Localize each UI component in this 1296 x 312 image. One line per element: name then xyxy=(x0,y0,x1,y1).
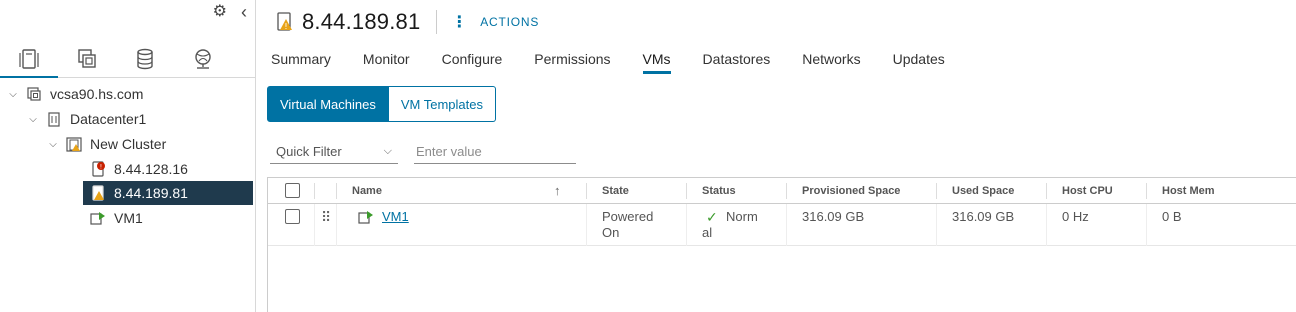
vm-datagrid: Name ↑ State Status Provisioned Space Us… xyxy=(267,177,1296,312)
vm-view-toggle: Virtual Machines VM Templates xyxy=(267,86,497,122)
header-divider xyxy=(436,10,438,34)
column-used-space[interactable]: Used Space xyxy=(952,178,1014,203)
status-text: Norm xyxy=(726,209,758,224)
object-header: ! 8.44.189.81 ⋮ ACTIONS xyxy=(276,6,539,38)
chevron-down-icon[interactable]: ⌵ xyxy=(8,89,18,100)
tree-node-label: VM1 xyxy=(114,210,143,226)
tree-node-label: Datacenter1 xyxy=(70,111,147,127)
table-row[interactable]: ⠿ VM1 Powered On ✓ Norm al 316.09 GB 316… xyxy=(268,204,1296,246)
host-warning-icon: ! xyxy=(277,12,292,31)
tab-datastores[interactable]: Datastores xyxy=(703,44,771,74)
column-host-cpu[interactable]: Host CPU xyxy=(1062,178,1113,203)
database-icon xyxy=(137,48,153,70)
provisioned-space-cell: 316.09 GB xyxy=(802,209,865,224)
tree-node-host-1[interactable]: ! 8.44.128.16 xyxy=(90,157,188,181)
collapse-panel-icon[interactable]: ‹ xyxy=(241,3,247,21)
vm-powered-on-icon xyxy=(358,211,373,224)
host-cpu-cell: 0 Hz xyxy=(1062,209,1089,224)
vcenter-icon xyxy=(27,87,41,101)
chevron-down-icon: ⌵ xyxy=(383,145,392,157)
tab-vms[interactable]: VMs xyxy=(642,44,671,74)
svg-text:!: ! xyxy=(100,164,102,171)
inventory-toolbar: ⚙ ‹ xyxy=(213,3,247,21)
column-status[interactable]: Status xyxy=(702,178,736,203)
row-select-checkbox[interactable] xyxy=(285,204,300,245)
datacenter-icon xyxy=(48,112,60,127)
vms-templates-icon xyxy=(78,49,96,68)
actions-menu-button[interactable]: ⋮ ACTIONS xyxy=(451,12,539,32)
checkmark-icon: ✓ xyxy=(706,209,718,225)
filter-bar: Quick Filter ⌵ xyxy=(270,140,576,164)
object-tabs: Summary Monitor Configure Permissions VM… xyxy=(271,44,977,74)
filter-value-input[interactable] xyxy=(414,140,576,164)
tab-permissions[interactable]: Permissions xyxy=(534,44,610,74)
host-error-icon: ! xyxy=(92,161,105,177)
storage-tab[interactable] xyxy=(116,44,174,78)
tab-configure[interactable]: Configure xyxy=(442,44,503,74)
cluster-warning-icon xyxy=(66,137,82,152)
globe-network-icon xyxy=(195,49,211,69)
select-all-checkbox[interactable] xyxy=(285,178,300,203)
settings-gear-icon[interactable]: ⚙ xyxy=(213,4,227,20)
quick-filter-dropdown[interactable]: Quick Filter ⌵ xyxy=(270,140,398,164)
tree-node-label: New Cluster xyxy=(90,136,167,152)
datagrid-header: Name ↑ State Status Provisioned Space Us… xyxy=(268,178,1296,204)
state-text: On xyxy=(602,225,620,240)
hosts-clusters-icon xyxy=(19,49,39,69)
tree-node-vcenter[interactable]: ⌵ vcsa90.hs.com xyxy=(8,82,143,106)
tree-node-label: 8.44.128.16 xyxy=(114,161,188,177)
quick-filter-label: Quick Filter xyxy=(276,144,342,159)
virtual-machines-button[interactable]: Virtual Machines xyxy=(267,86,389,122)
inventory-panel: ⚙ ‹ ⌵ vcsa90.hs.com ⌵ Datacenter1 ⌵ New … xyxy=(0,0,255,312)
used-space-cell: 316.09 GB xyxy=(952,209,1015,224)
networking-tab[interactable] xyxy=(174,44,232,78)
tab-networks[interactable]: Networks xyxy=(802,44,860,74)
tree-node-datacenter[interactable]: ⌵ Datacenter1 xyxy=(28,107,146,131)
column-state[interactable]: State xyxy=(602,178,629,203)
host-mem-cell: 0 B xyxy=(1162,209,1182,224)
tree-node-cluster[interactable]: ⌵ New Cluster xyxy=(48,132,166,156)
main-content: ! 8.44.189.81 ⋮ ACTIONS Summary Monitor … xyxy=(256,0,1296,312)
column-host-mem[interactable]: Host Mem xyxy=(1162,178,1215,203)
actions-label: ACTIONS xyxy=(480,15,540,29)
hosts-clusters-tab[interactable] xyxy=(0,44,58,78)
more-vertical-icon: ⋮ xyxy=(451,14,469,31)
vm-name-cell: VM1 xyxy=(358,204,409,245)
status-text: al xyxy=(702,225,713,240)
tree-node-label: vcsa90.hs.com xyxy=(50,86,144,102)
tree-node-label: 8.44.189.81 xyxy=(114,185,188,201)
vm-templates-button[interactable]: VM Templates xyxy=(388,86,497,122)
drag-handle-icon[interactable]: ⠿ xyxy=(321,204,331,245)
tab-monitor[interactable]: Monitor xyxy=(363,44,410,74)
tab-updates[interactable]: Updates xyxy=(893,44,945,74)
host-warning-icon xyxy=(92,185,104,201)
page-title: 8.44.189.81 xyxy=(302,9,421,34)
column-provisioned-space[interactable]: Provisioned Space xyxy=(802,178,900,203)
chevron-down-icon[interactable]: ⌵ xyxy=(48,139,58,150)
tree-node-host-2-selected[interactable]: 8.44.189.81 xyxy=(83,181,253,205)
vms-templates-tab[interactable] xyxy=(58,44,116,78)
sort-arrow-up-icon[interactable]: ↑ xyxy=(554,178,561,203)
column-name[interactable]: Name xyxy=(352,178,382,203)
state-text: Powered xyxy=(602,209,654,224)
tree-node-vm[interactable]: VM1 xyxy=(90,206,143,230)
vm-name-link[interactable]: VM1 xyxy=(382,209,409,224)
chevron-down-icon[interactable]: ⌵ xyxy=(28,114,38,125)
vm-powered-on-icon xyxy=(90,212,105,225)
inventory-view-tabs xyxy=(0,44,255,78)
svg-text:!: ! xyxy=(284,22,287,31)
tab-summary[interactable]: Summary xyxy=(271,44,331,74)
status-cell: ✓ Norm al xyxy=(702,204,758,245)
state-cell: Powered On xyxy=(602,204,653,245)
